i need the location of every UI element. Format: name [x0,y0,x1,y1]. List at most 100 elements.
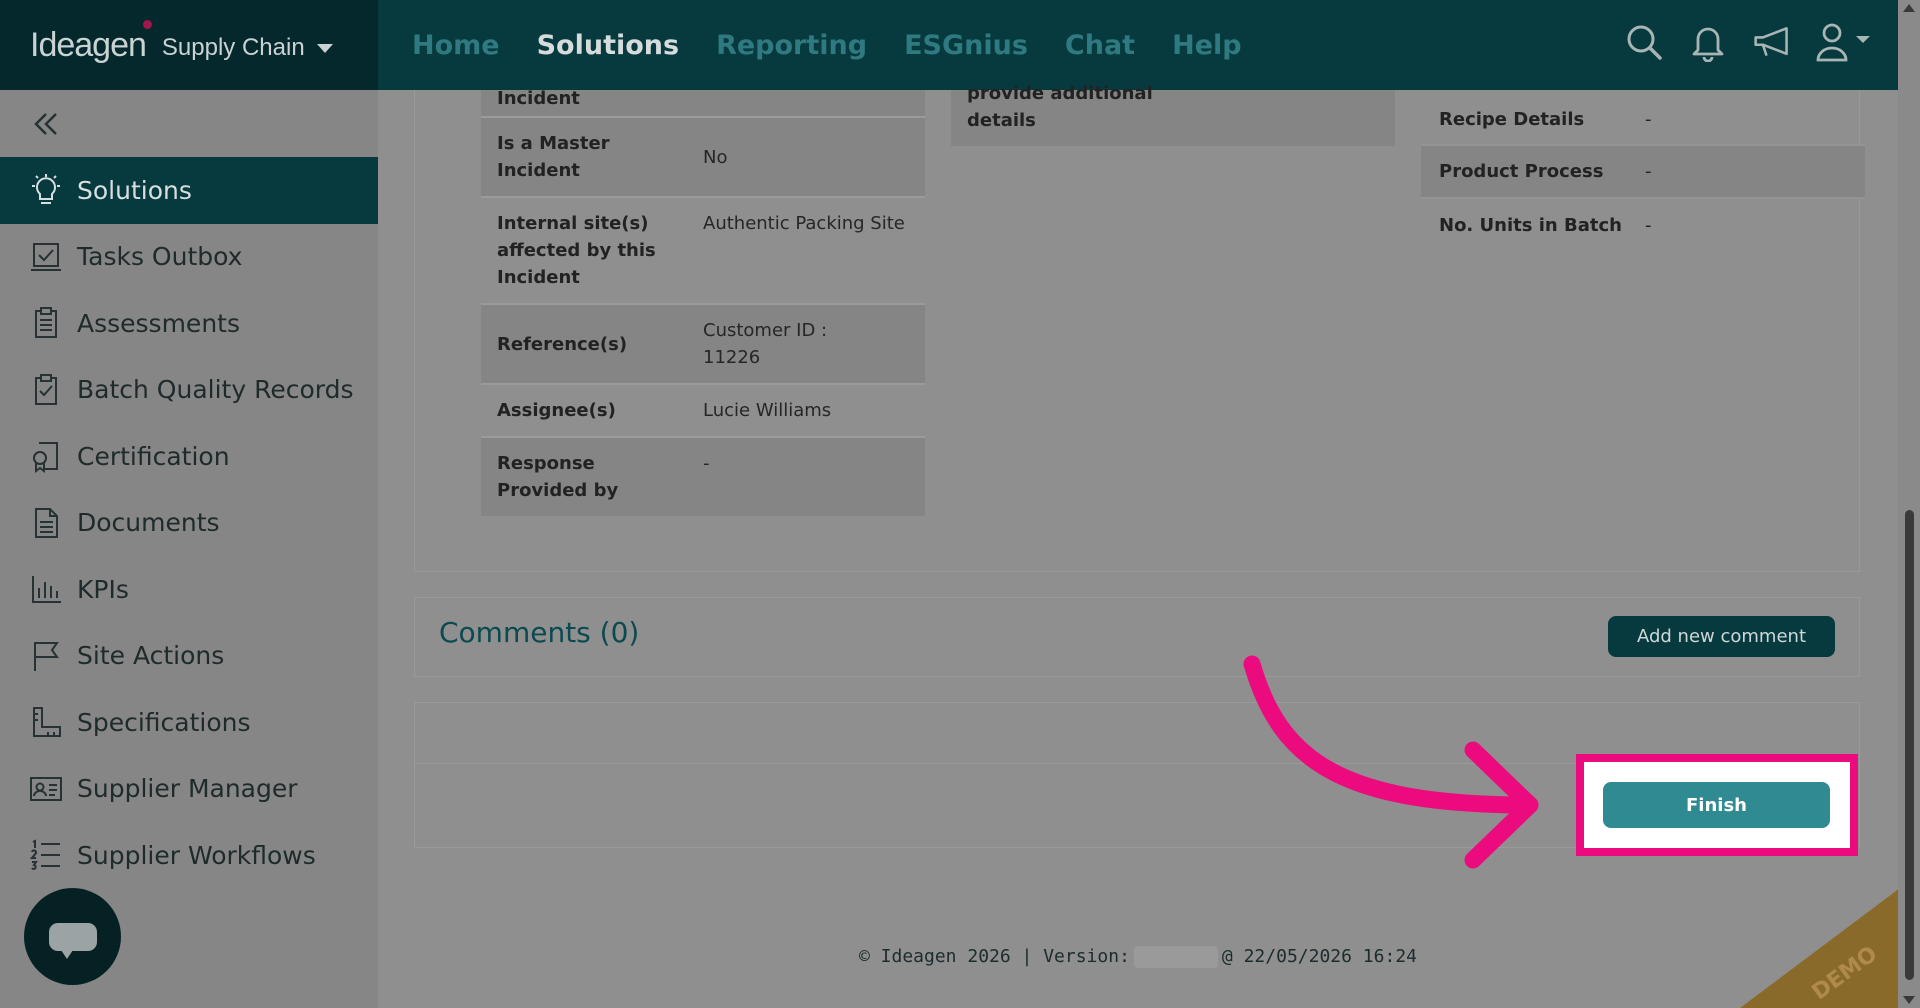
page-scrollbar[interactable] [1898,0,1920,1008]
search-icon[interactable] [1624,20,1664,64]
detail-label: Internal site(s) affected by this Incide… [497,213,656,288]
sidebar-item-label: Supplier Workflows [77,840,316,870]
nav-chat[interactable]: Chat [1065,30,1135,61]
comments-panel: Comments (0) Add new comment [414,597,1860,677]
demo-ribbon: DEMO [1738,888,1898,1008]
bell-icon[interactable] [1688,20,1728,64]
sidebar-item-label: Tasks Outbox [77,242,243,272]
sidebar-list: Solutions Tasks Outbox Assessments Batch… [0,157,378,889]
detail-label: Recipe Details [1439,108,1585,130]
detail-label: Response Provided by [497,453,619,501]
top-icons [1624,20,1872,64]
document-icon [28,505,64,541]
comments-title: Comments (0) [439,616,640,649]
sidebar-item-tasks-outbox[interactable]: Tasks Outbox [0,224,378,291]
finish-button[interactable]: Finish [1603,782,1830,828]
sidebar-item-solutions[interactable]: Solutions [0,157,378,224]
clipboard-icon [28,305,64,341]
sidebar-item-batch-quality-records[interactable]: Batch Quality Records [0,357,378,424]
nav-home[interactable]: Home [412,30,500,61]
tutorial-arrow-icon [1243,655,1539,869]
sidebar-item-label: Site Actions [77,641,225,671]
collapse-sidebar-icon[interactable] [30,108,62,140]
scroll-up-icon[interactable] [1903,4,1915,12]
sidebar-item-kpis[interactable]: KPIs [0,556,378,623]
detail-label: Reference(s) [497,333,628,355]
megaphone-icon[interactable] [1752,20,1792,64]
nav-solutions[interactable]: Solutions [537,30,679,61]
footer-timestamp: @ 22/05/2026 16:24 [1221,946,1417,967]
sidebar-item-label: Solutions [77,175,192,205]
sidebar-item-label: Batch Quality Records [77,375,354,405]
sidebar-item-supplier-manager[interactable]: Supplier Manager [0,756,378,823]
chat-widget-button[interactable] [24,888,121,985]
sidebar: Solutions Tasks Outbox Assessments Batch… [0,90,378,1008]
main-nav: Home Solutions Reporting ESGnius Chat He… [412,0,1279,90]
add-comment-button[interactable]: Add new comment [1608,616,1835,657]
detail-value: Customer ID : 11226 [703,320,828,368]
table-row: Product Process - [1421,146,1865,199]
middle-detail-cell: provide additional details [951,83,1395,146]
table-row: Response Provided by - [481,438,925,516]
lightbulb-icon [28,172,64,208]
sidebar-item-assessments[interactable]: Assessments [0,290,378,357]
table-row: Is a Master Incident No [481,118,925,198]
footer-copyright: © Ideagen 2026 | Version: [858,946,1130,967]
footer: © Ideagen 2026 | Version: @ 22/05/2026 16… [0,946,1898,968]
incident-details-table: Incident Is a Master Incident No Interna… [481,88,925,516]
detail-value: No [703,146,728,168]
numbered-list-icon [28,837,64,873]
brand-logo: Ideagen [30,19,152,65]
detail-label: Is a Master Incident [497,133,610,181]
main-content: Incident Is a Master Incident No Interna… [378,83,1898,1008]
scrollbar-thumb[interactable] [1905,510,1914,980]
detail-value: - [1645,215,1652,236]
sidebar-item-documents[interactable]: Documents [0,490,378,557]
sidebar-item-label: Supplier Manager [77,774,298,804]
scroll-down-icon[interactable] [1903,996,1915,1004]
middle-detail-label: provide additional details [967,83,1153,131]
flag-icon [28,638,64,674]
incident-details-card: Incident Is a Master Incident No Interna… [414,83,1865,572]
batch-details-table: Recipe Details - Product Process - No. U… [1421,90,1865,252]
sidebar-item-certification[interactable]: Certification [0,423,378,490]
detail-label: Incident [497,88,580,109]
nav-esgnius[interactable]: ESGnius [904,30,1028,61]
sidebar-item-label: Documents [77,508,220,538]
detail-label: Assignee(s) [497,400,616,421]
sidebar-item-label: Specifications [77,707,251,737]
id-card-icon [28,771,64,807]
detail-label: No. Units in Batch [1439,215,1622,236]
detail-label: Product Process [1439,161,1604,182]
nav-reporting[interactable]: Reporting [716,30,867,61]
clipboard-check-icon [28,372,64,408]
sidebar-item-site-actions[interactable]: Site Actions [0,623,378,690]
certificate-icon [28,438,64,474]
chevron-down-icon [316,43,333,53]
table-row: Reference(s) Customer ID : 11226 [481,305,925,385]
detail-value: - [1645,161,1652,182]
detail-value: - [1645,108,1652,130]
brand-switcher[interactable]: Ideagen Supply Chain [0,0,378,90]
tasks-icon [28,239,64,275]
table-row: Internal site(s) affected by this Incide… [481,198,925,305]
table-row: Recipe Details - [1421,94,1865,146]
table-row: No. Units in Batch - [1421,199,1865,252]
table-row: Incident [481,88,925,118]
version-redacted [1133,946,1218,968]
sidebar-item-supplier-workflows[interactable]: Supplier Workflows [0,822,378,889]
detail-value: - [703,453,710,474]
top-bar: Ideagen Supply Chain Home Solutions Repo… [0,0,1898,90]
product-name: Supply Chain [161,34,305,61]
detail-value: Authentic Packing Site [703,213,905,234]
user-icon[interactable] [1816,20,1872,64]
detail-value: Lucie Williams [703,400,832,421]
table-row: Assignee(s) Lucie Williams [481,385,925,438]
sidebar-item-label: Certification [77,441,230,471]
ruler-icon [28,704,64,740]
sidebar-item-label: Assessments [77,308,240,338]
sidebar-item-label: KPIs [77,574,129,604]
nav-help[interactable]: Help [1172,30,1242,61]
bar-chart-icon [28,571,64,607]
sidebar-item-specifications[interactable]: Specifications [0,689,378,756]
